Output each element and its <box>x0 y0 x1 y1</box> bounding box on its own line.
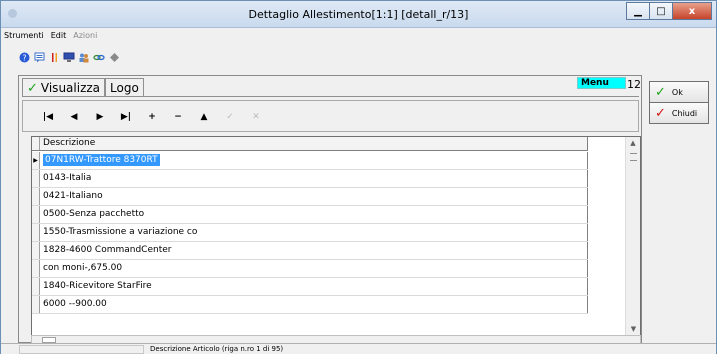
table-row[interactable]: 1840-Ricevitore StarFire <box>32 278 588 296</box>
status-bar: Descrizione Articolo (riga n.ro 1 di 95) <box>1 343 716 354</box>
window-title: Dettaglio Allestimento[1:1] [detall_r/13… <box>248 8 469 21</box>
delete-record-button[interactable]: − <box>165 110 191 124</box>
table-cell[interactable]: 6000 --900.00 <box>40 296 588 313</box>
detail-panel: ✓ Visualizza Logo Menu 12 |◀ ◀ ▶ ▶| + − … <box>18 75 642 344</box>
chiudi-label: Chiudi <box>671 108 698 118</box>
tab-visualizza-label: Visualizza <box>40 81 101 95</box>
tab-visualizza[interactable]: ✓ Visualizza <box>22 78 106 97</box>
row-indicator-header <box>32 137 40 150</box>
row-indicator-icon: ▶ <box>32 152 40 169</box>
last-record-button[interactable]: ▶| <box>113 110 139 124</box>
table-cell[interactable]: 0421-Italiano <box>40 188 588 205</box>
status-panel <box>19 345 144 354</box>
svg-text:?: ? <box>22 53 26 62</box>
link-icon[interactable] <box>93 51 105 63</box>
menu-edit[interactable]: Edit <box>48 29 71 43</box>
note-icon[interactable] <box>33 51 45 63</box>
grid-rows: ▶ 07N1RW-Trattore 8370RT 0143-Italia 042… <box>32 152 588 314</box>
cancel-edit-button[interactable]: ✕ <box>243 110 269 124</box>
record-count: 12 <box>627 78 641 91</box>
table-row[interactable]: 0500-Senza pacchetto <box>32 206 588 224</box>
post-record-button[interactable]: ✓ <box>217 110 243 124</box>
record-navigator: |◀ ◀ ▶ ▶| + − ▲ ✓ ✕ <box>35 110 269 124</box>
data-grid[interactable]: Descrizione ▶ 07N1RW-Trattore 8370RT 014… <box>31 136 641 336</box>
table-row[interactable]: 0143-Italia <box>32 170 588 188</box>
table-cell[interactable]: 1550-Trasmissione a variazione co <box>40 224 588 241</box>
edit-record-button[interactable]: ▲ <box>191 110 217 124</box>
check-icon: ✓ <box>27 80 38 96</box>
first-record-button[interactable]: |◀ <box>35 110 61 124</box>
table-row[interactable]: 6000 --900.00 <box>32 296 588 314</box>
tab-strip: ✓ Visualizza Logo <box>22 78 144 97</box>
table-cell[interactable]: 0143-Italia <box>40 170 588 187</box>
vertical-scrollbar[interactable]: ▲ ▼ <box>625 137 640 335</box>
table-row[interactable]: 0421-Italiano <box>32 188 588 206</box>
help-icon[interactable]: ? <box>18 51 30 63</box>
table-row[interactable]: 1550-Trasmissione a variazione co <box>32 224 588 242</box>
table-cell[interactable]: 1828-4600 CommandCenter <box>40 242 588 259</box>
table-cell[interactable]: con moni-,675.00 <box>40 260 588 277</box>
add-record-button[interactable]: + <box>139 110 165 124</box>
monitor-icon[interactable] <box>63 51 75 63</box>
tab-logo[interactable]: Logo <box>105 78 144 97</box>
table-cell[interactable]: 07N1RW-Trattore 8370RT <box>40 152 588 169</box>
close-check-icon: ✓ <box>655 105 666 121</box>
diamond-icon[interactable] <box>108 51 120 63</box>
tab-logo-label: Logo <box>110 81 139 95</box>
ok-label: Ok <box>671 87 683 97</box>
ok-button[interactable]: ✓ Ok <box>649 81 709 103</box>
menu-strumenti[interactable]: Strumenti <box>1 29 48 43</box>
next-record-button[interactable]: ▶ <box>87 110 113 124</box>
table-cell[interactable]: 1840-Ricevitore StarFire <box>40 278 588 295</box>
prev-record-button[interactable]: ◀ <box>61 110 87 124</box>
grid-header: Descrizione <box>32 137 588 151</box>
table-row[interactable]: con moni-,675.00 <box>32 260 588 278</box>
scroll-down-icon[interactable]: ▼ <box>626 323 641 335</box>
status-text: Descrizione Articolo (riga n.ro 1 di 95) <box>150 345 284 353</box>
bars-icon[interactable] <box>48 51 60 63</box>
scroll-up-icon[interactable]: ▲ <box>626 137 640 149</box>
menu-bar: Strumenti Edit Azioni <box>1 29 101 43</box>
navigator-bar: |◀ ◀ ▶ ▶| + − ▲ ✓ ✕ <box>22 100 639 132</box>
tab-divider <box>22 96 639 97</box>
toolbar: ? <box>18 51 123 63</box>
table-cell[interactable]: 0500-Senza pacchetto <box>40 206 588 223</box>
table-row[interactable]: 1828-4600 CommandCenter <box>32 242 588 260</box>
menu-badge[interactable]: Menu <box>577 77 626 89</box>
scroll-thumb[interactable] <box>630 153 637 161</box>
minimize-button[interactable]: ▁ <box>626 2 650 20</box>
column-header-descrizione[interactable]: Descrizione <box>40 137 588 150</box>
maximize-button[interactable]: □ <box>649 2 673 20</box>
chiudi-button[interactable]: ✓ Chiudi <box>649 102 709 124</box>
title-bar[interactable]: Dettaglio Allestimento[1:1] [detall_r/13… <box>1 1 716 28</box>
users-icon[interactable] <box>78 51 90 63</box>
check-icon: ✓ <box>655 84 666 100</box>
table-row[interactable]: ▶ 07N1RW-Trattore 8370RT <box>32 152 588 170</box>
menu-azioni[interactable]: Azioni <box>70 29 101 43</box>
window-controls: ▁ □ x <box>626 2 712 20</box>
close-button[interactable]: x <box>672 2 712 20</box>
main-window: Dettaglio Allestimento[1:1] [detall_r/13… <box>0 0 717 354</box>
